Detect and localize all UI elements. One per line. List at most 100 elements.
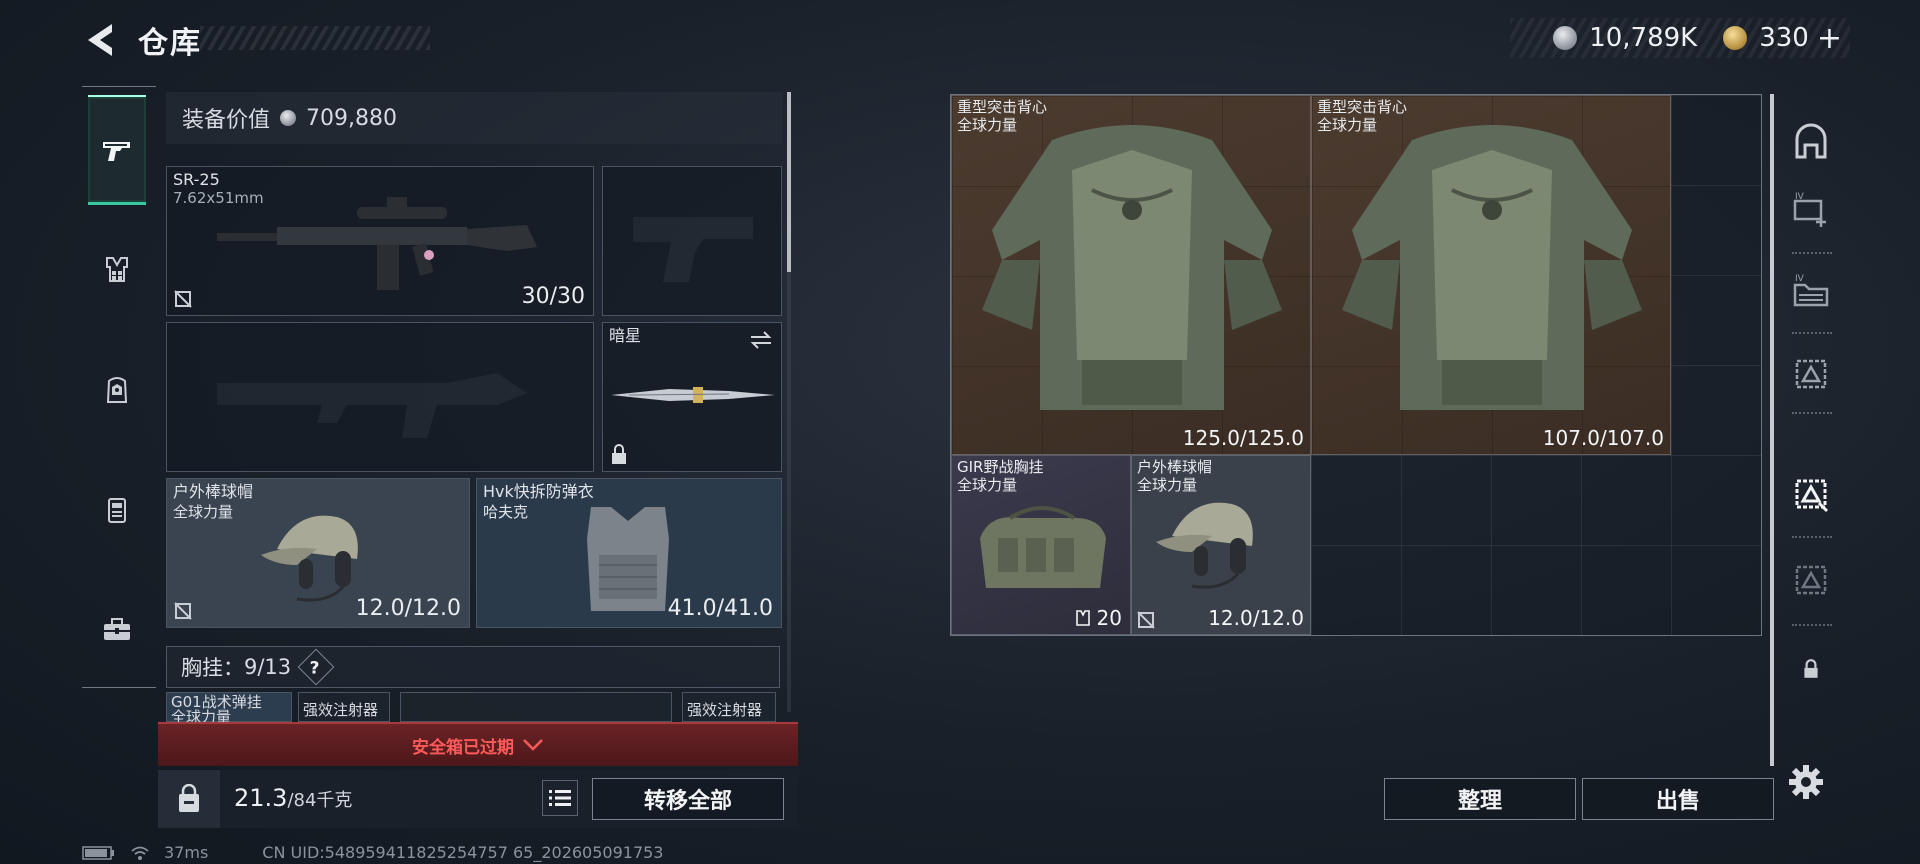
baseball-cap-image — [261, 515, 358, 602]
armor-slot[interactable]: Hvk快拆防弹衣 哈夫克 41.0/41.0 — [476, 478, 782, 628]
stash-tab-add[interactable]: IV — [1788, 186, 1834, 232]
tab-divider — [1792, 252, 1832, 254]
add-currency-button[interactable]: + — [1817, 21, 1842, 56]
svg-text:IV: IV — [1795, 192, 1805, 202]
svg-text:IV: IV — [1795, 274, 1805, 284]
sidearm-slot[interactable] — [602, 166, 782, 316]
melee-name: 暗星 — [609, 326, 642, 345]
melee-slot[interactable]: 暗星 — [602, 322, 782, 472]
primary-weapon-slot[interactable]: SR-25 7.62x51mm 30/30 — [166, 166, 594, 316]
item-durability: 107.0/107.0 — [1542, 426, 1664, 450]
stash-tab-2[interactable] — [1788, 470, 1834, 516]
stash-tab-sidebar: IV IV — [1784, 94, 1838, 824]
silver-coin-icon — [280, 110, 297, 126]
armor-icon — [108, 498, 126, 523]
stash-scrollbar[interactable] — [1770, 94, 1774, 766]
add-stash-icon: IV — [1793, 192, 1826, 227]
stash-tab-locked[interactable] — [1788, 646, 1834, 692]
category-weapons[interactable] — [88, 95, 146, 205]
stash-box-icon — [1795, 479, 1829, 513]
folder-icon: IV — [1793, 274, 1829, 307]
help-button[interactable]: ? — [297, 648, 335, 686]
safe-box-expired-banner[interactable]: 安全箱已过期 — [158, 722, 798, 766]
briefcase-icon — [104, 618, 130, 640]
helmet-durability: 12.0/12.0 — [355, 596, 461, 621]
secondary-weapon-slot[interactable] — [166, 322, 594, 472]
item-name: 户外棒球帽 — [1137, 458, 1213, 476]
lock-icon — [612, 444, 626, 464]
stash-item-baseball-cap[interactable]: 户外棒球帽 全球力量 12.0/12.0 — [1131, 455, 1311, 635]
gold-coin-icon — [1723, 26, 1748, 50]
backpack-icon — [106, 377, 128, 403]
loadout-panel: 装备价值 709,880 SR-25 7.62x51mm 30/30 暗星 户外… — [166, 92, 786, 720]
ping-value: 37ms — [164, 843, 209, 862]
injector-slot[interactable]: 强效注射器 — [298, 692, 390, 722]
helmet-name: 户外棒球帽 — [173, 482, 254, 501]
title-decoration — [200, 26, 430, 50]
category-armor[interactable] — [88, 455, 146, 565]
item-durability: 125.0/125.0 — [1182, 426, 1304, 450]
chevron-down-icon — [523, 739, 543, 751]
helmet-slot[interactable]: 户外棒球帽 全球力量 12.0/12.0 — [166, 478, 470, 628]
back-button[interactable] — [82, 20, 118, 60]
empty-slot[interactable] — [400, 692, 672, 722]
stash-item-heavy-vest[interactable]: 重型突击背心 全球力量 107.0/107.0 — [1311, 95, 1671, 455]
injector-slot[interactable]: 强效注射器 — [682, 692, 776, 722]
safe-box-expired-text: 安全箱已过期 — [412, 737, 514, 758]
chest-rig-item-slot[interactable]: G01战术弹挂 全球力量 — [166, 692, 292, 725]
stash-item-heavy-vest[interactable]: 重型突击背心 全球力量 125.0/125.0 — [951, 95, 1311, 455]
item-capacity: 20 — [1076, 606, 1122, 630]
settings-button[interactable] — [1786, 762, 1826, 802]
armor-faction: 哈夫克 — [483, 503, 529, 521]
category-backpack[interactable] — [88, 335, 146, 445]
category-chest-rig[interactable] — [88, 215, 146, 325]
chest-rig-value: 9/13 — [244, 655, 292, 679]
wifi-icon — [131, 846, 149, 860]
field-chest-rig-image — [980, 506, 1106, 588]
list-icon — [549, 790, 571, 806]
item-name: GIR野战胸挂 — [957, 458, 1044, 476]
item-capacity-value: 20 — [1096, 606, 1122, 630]
user-uid: CN UID:548959411825254757 65_20260509175… — [262, 843, 664, 862]
max-weight: /84千克 — [287, 790, 353, 811]
no-insure-icon — [174, 602, 192, 620]
silver-currency-value: 10,789K — [1589, 23, 1698, 53]
swap-icon[interactable] — [749, 329, 773, 351]
current-weight: 21.3 — [234, 784, 288, 812]
sort-button[interactable]: 整理 — [1384, 778, 1576, 820]
helmet-faction: 全球力量 — [173, 503, 234, 521]
mini-item-name: 强效注射器 — [303, 701, 379, 719]
transfer-all-button[interactable]: 转移全部 — [592, 778, 784, 820]
item-durability: 12.0/12.0 — [1208, 606, 1304, 630]
stash-grid[interactable]: 重型突击背心 全球力量 125.0/125.0 重型突击背心 全球力量 107.… — [950, 94, 1762, 636]
status-bar: 37ms CN UID:548959411825254757 65_202605… — [82, 843, 663, 862]
page-title: 仓库 — [138, 26, 202, 61]
stash-item-chest-rig[interactable]: GIR野战胸挂 全球力量 20 — [951, 455, 1131, 635]
weight-value: 21.3/84千克 — [234, 784, 352, 812]
heavy-assault-vest-image — [982, 125, 1282, 410]
baseball-cap-image — [1156, 502, 1253, 589]
gold-currency-value: 330 — [1759, 23, 1809, 53]
stash-box-icon — [1795, 565, 1827, 595]
loadout-scroll-thumb[interactable] — [787, 92, 791, 272]
pistol-silhouette-icon — [633, 217, 753, 282]
home-icon — [1795, 123, 1827, 159]
silver-coin-icon — [1553, 26, 1578, 50]
item-faction: 全球力量 — [957, 476, 1018, 494]
list-view-button[interactable] — [542, 780, 578, 816]
stash-tab-all[interactable] — [1788, 120, 1834, 166]
stash-tab-3[interactable] — [1788, 350, 1834, 396]
tab-divider — [1792, 624, 1832, 626]
sell-button[interactable]: 出售 — [1582, 778, 1774, 820]
weight-icon — [179, 784, 199, 812]
no-insure-icon — [174, 290, 192, 308]
no-insure-icon — [1137, 611, 1155, 629]
category-items[interactable] — [88, 575, 146, 685]
stash-tab-4[interactable]: IV — [1788, 268, 1834, 314]
heavy-assault-vest-image — [1342, 125, 1642, 410]
weight-lock — [158, 770, 220, 828]
vest-capacity-icon — [1076, 610, 1090, 626]
stash-tab-1[interactable] — [1788, 556, 1834, 602]
gear-icon — [1789, 765, 1823, 799]
chest-rig-label: 胸挂： — [181, 656, 244, 680]
